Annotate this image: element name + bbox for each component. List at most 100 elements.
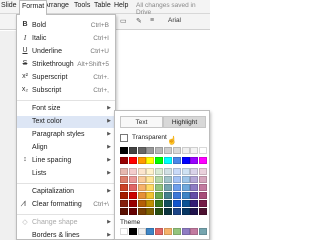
menu-item-font-size[interactable]: Font size ▶ [17, 103, 115, 115]
color-swatch[interactable] [128, 147, 137, 154]
menu-arrange[interactable]: Arrange [44, 2, 69, 9]
color-swatch[interactable] [172, 168, 181, 175]
color-swatch[interactable] [137, 184, 146, 191]
tab-highlight[interactable]: Highlight [163, 116, 206, 128]
menu-item-clear-formatting[interactable]: Ⅰ̸ Clear formatting Ctrl+\ [17, 199, 115, 211]
line-weight-icon[interactable]: ≡ [150, 17, 154, 24]
menu-item-lists[interactable]: Lists ▶ [17, 168, 115, 180]
color-swatch[interactable] [172, 147, 181, 154]
color-swatch[interactable] [190, 184, 199, 191]
color-swatch[interactable] [164, 168, 172, 175]
color-swatch[interactable] [128, 200, 137, 207]
color-swatch[interactable] [146, 228, 155, 235]
color-swatch[interactable] [164, 184, 172, 191]
color-swatch[interactable] [190, 176, 199, 183]
color-swatch[interactable] [120, 168, 128, 175]
color-swatch[interactable] [181, 184, 190, 191]
tab-text[interactable]: Text [120, 116, 163, 128]
color-swatch[interactable] [146, 176, 155, 183]
color-swatch[interactable] [146, 192, 155, 199]
color-swatch[interactable] [181, 200, 190, 207]
color-swatch[interactable] [172, 228, 181, 235]
menu-table[interactable]: Table [94, 2, 111, 9]
menu-item-line-spacing[interactable]: ↕ Line spacing ▶ [17, 155, 115, 167]
color-swatch[interactable] [190, 147, 199, 154]
color-swatch[interactable] [172, 200, 181, 207]
color-swatch[interactable] [199, 168, 208, 175]
color-swatch[interactable] [181, 192, 190, 199]
color-swatch[interactable] [190, 192, 199, 199]
color-swatch[interactable] [120, 176, 128, 183]
color-swatch[interactable] [164, 200, 172, 207]
color-swatch[interactable] [190, 168, 199, 175]
color-swatch[interactable] [155, 147, 164, 154]
color-swatch[interactable] [181, 176, 190, 183]
color-swatch[interactable] [137, 200, 146, 207]
color-swatch[interactable] [164, 147, 172, 154]
menu-format[interactable]: Format [19, 0, 48, 15]
color-swatch[interactable] [172, 184, 181, 191]
color-swatch[interactable] [146, 184, 155, 191]
color-swatch[interactable] [120, 208, 128, 215]
color-swatch[interactable] [164, 192, 172, 199]
color-swatch[interactable] [181, 147, 190, 154]
menu-item-borders-lines[interactable]: Borders & lines ▶ [17, 230, 115, 240]
color-swatch[interactable] [190, 228, 199, 235]
color-swatch[interactable] [199, 184, 208, 191]
menu-item-paragraph-styles[interactable]: Paragraph styles ▶ [17, 129, 115, 141]
color-swatch[interactable] [199, 200, 208, 207]
color-swatch[interactable] [199, 176, 208, 183]
color-swatch[interactable] [128, 168, 137, 175]
color-swatch[interactable] [120, 228, 128, 235]
color-swatch[interactable] [128, 208, 137, 215]
color-swatch[interactable] [146, 168, 155, 175]
line-color-icon[interactable]: ✎ [136, 17, 142, 25]
color-swatch[interactable] [155, 176, 164, 183]
color-swatch[interactable] [128, 192, 137, 199]
color-swatch[interactable] [155, 157, 164, 164]
color-swatch[interactable] [199, 147, 208, 154]
color-swatch[interactable] [172, 157, 181, 164]
comment-icon[interactable]: ▭ [120, 17, 127, 25]
color-swatch[interactable] [164, 157, 172, 164]
color-swatch[interactable] [137, 208, 146, 215]
color-swatch[interactable] [172, 208, 181, 215]
color-swatch[interactable] [155, 228, 164, 235]
color-swatch[interactable] [199, 192, 208, 199]
color-swatch[interactable] [128, 228, 137, 235]
menu-help[interactable]: Help [114, 2, 128, 9]
menu-item-strikethrough[interactable]: S Strikethrough Alt+Shift+5 [17, 59, 115, 71]
color-swatch[interactable] [155, 184, 164, 191]
menu-item-align[interactable]: Align ▶ [17, 142, 115, 154]
color-swatch[interactable] [137, 192, 146, 199]
menu-item-underline[interactable]: U Underline Ctrl+U [17, 46, 115, 58]
color-swatch[interactable] [190, 200, 199, 207]
color-swatch[interactable] [181, 208, 190, 215]
color-swatch[interactable] [137, 176, 146, 183]
menu-item-italic[interactable]: I Italic Ctrl+I [17, 33, 115, 45]
color-swatch[interactable] [146, 200, 155, 207]
color-swatch[interactable] [146, 157, 155, 164]
menu-item-change-shape[interactable]: ◇ Change shape ▶ [17, 217, 115, 229]
color-swatch[interactable] [164, 176, 172, 183]
menu-item-subscript[interactable]: x₂ Subscript Ctrl+, [17, 85, 115, 97]
color-swatch[interactable] [172, 176, 181, 183]
color-swatch[interactable] [181, 228, 190, 235]
color-swatch[interactable] [199, 208, 208, 215]
menu-item-text-color[interactable]: Text color ▶ [17, 116, 115, 128]
color-swatch[interactable] [155, 208, 164, 215]
color-swatch[interactable] [155, 200, 164, 207]
color-swatch[interactable] [181, 157, 190, 164]
menu-item-bold[interactable]: B Bold Ctrl+B [17, 20, 115, 32]
color-swatch[interactable] [190, 208, 199, 215]
menu-item-superscript[interactable]: x² Superscript Ctrl+. [17, 72, 115, 84]
color-swatch[interactable] [181, 168, 190, 175]
color-swatch[interactable] [120, 157, 128, 164]
font-select[interactable]: Arial [168, 17, 181, 24]
color-swatch[interactable] [137, 147, 146, 154]
color-swatch[interactable] [199, 228, 208, 235]
color-swatch[interactable] [128, 184, 137, 191]
color-swatch[interactable] [120, 147, 128, 154]
color-swatch[interactable] [137, 157, 146, 164]
menu-tools[interactable]: Tools [74, 2, 90, 9]
